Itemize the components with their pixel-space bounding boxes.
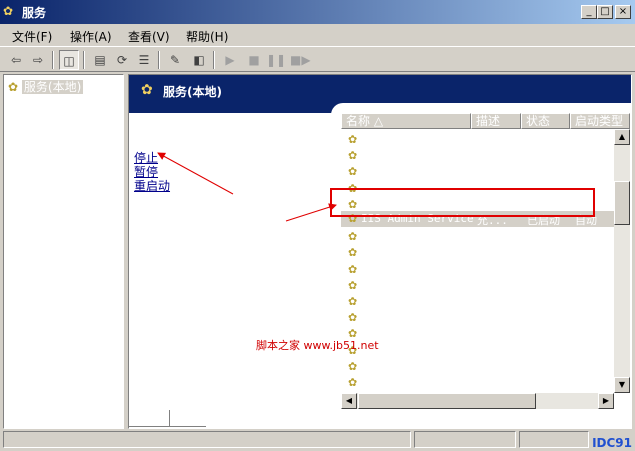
- arrow-to-service: [285, 203, 337, 222]
- arrow-to-stop: [157, 152, 234, 195]
- annotation-arrows: [157, 152, 337, 222]
